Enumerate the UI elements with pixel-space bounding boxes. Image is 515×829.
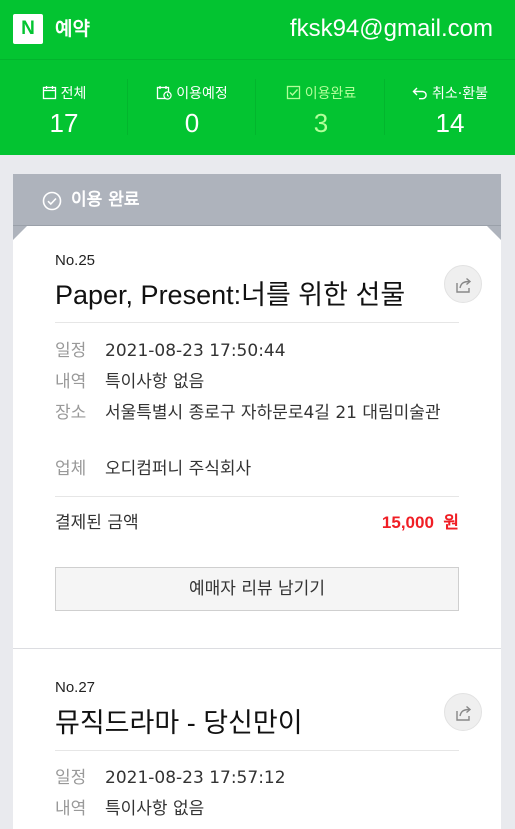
currency-unit: 원: [443, 513, 459, 532]
checkbox-icon: [286, 85, 300, 100]
reservation-number: No.27: [55, 679, 96, 696]
detail-key: 일정: [55, 768, 87, 788]
stat-label: 전체: [60, 86, 87, 102]
event-title[interactable]: Paper, Present:너를 위한 선물: [55, 277, 405, 313]
detail-key: 일정: [55, 341, 87, 361]
stat-value: 0: [184, 108, 200, 138]
write-review-button[interactable]: 예매자 리뷰 남기기: [55, 567, 459, 611]
naver-logo[interactable]: N: [13, 14, 43, 44]
calendar-clock-icon: [157, 86, 172, 100]
detail-key: 내역: [55, 799, 87, 819]
stat-label: 취소·환불: [432, 86, 488, 102]
event-title[interactable]: 뮤직드라마 - 당신만이: [55, 705, 303, 741]
detail-value: 2021-08-23 17:57:12: [105, 768, 286, 788]
reservation-stats: 전체 17 이용예정 0 이용완료 3 취소·환불 14: [0, 59, 515, 155]
stat-label: 이용예정: [176, 86, 228, 102]
detail-key: 장소: [55, 403, 87, 423]
stat-label: 이용완료: [304, 86, 357, 102]
detail-value: 서울특별시 종로구 자하문로4길 21 대림미술관: [105, 403, 441, 423]
stat-all[interactable]: 전체 17: [0, 59, 128, 155]
stat-value: 3: [313, 108, 329, 138]
top-header: N 예약 fksk94@gmail.com: [0, 0, 515, 59]
card-corner-shape: [13, 226, 501, 240]
check-circle-icon: [42, 191, 62, 211]
stat-cancelled[interactable]: 취소·환불 14: [386, 59, 514, 155]
stat-upcoming[interactable]: 이용예정 0: [128, 59, 256, 155]
section-header: 이용 완료: [13, 174, 501, 226]
reservation-card: No.25 Paper, Present:너를 위한 선물 일정 2021-08…: [13, 226, 501, 648]
stat-completed[interactable]: 이용완료 3: [257, 59, 385, 155]
paid-amount-value: 15,000: [381, 513, 434, 532]
undo-arrow-icon: [412, 87, 427, 100]
detail-value: 오디컴퍼니 주식회사: [105, 459, 252, 479]
share-icon: [456, 705, 472, 721]
detail-value: 특이사항 없음: [105, 372, 205, 392]
divider: [55, 496, 459, 497]
divider: [384, 79, 385, 135]
section-title: 이용 완료: [71, 190, 140, 210]
calendar-icon: [42, 86, 56, 100]
reservation-number: No.25: [55, 252, 96, 269]
detail-value: 특이사항 없음: [105, 799, 205, 819]
detail-value: 2021-08-23 17:50:44: [105, 341, 286, 361]
paid-amount-label: 결제된 금액: [55, 513, 139, 533]
stat-value: 17: [49, 108, 79, 138]
reservation-card: No.27 뮤직드라마 - 당신만이 일정 2021-08-23 17:57:1…: [13, 648, 501, 829]
share-button[interactable]: [444, 693, 482, 731]
stat-value: 14: [435, 108, 465, 138]
account-email[interactable]: fksk94@gmail.com: [290, 12, 493, 46]
detail-key: 업체: [55, 459, 87, 479]
divider: [255, 79, 256, 135]
share-button[interactable]: [444, 265, 482, 303]
detail-key: 내역: [55, 372, 87, 392]
divider: [55, 750, 459, 751]
share-icon: [456, 277, 472, 293]
app-title: 예약: [55, 18, 90, 40]
paid-amount: 15,000 원: [382, 510, 459, 536]
divider: [55, 322, 459, 323]
